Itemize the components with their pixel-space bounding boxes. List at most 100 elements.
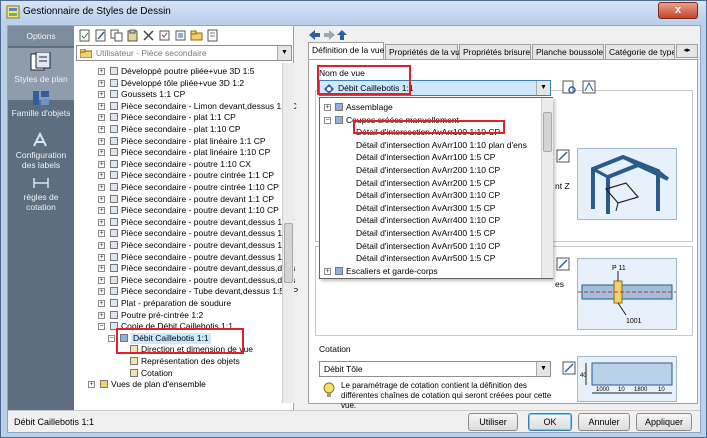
edit-icon[interactable] xyxy=(94,29,107,42)
tab-view-properties[interactable]: Propriétés de la vue xyxy=(385,44,465,59)
plan-styles-icon[interactable] xyxy=(30,52,52,72)
export-icon[interactable] xyxy=(174,29,187,42)
setting-icon xyxy=(130,368,138,377)
expand-icon[interactable]: + xyxy=(98,242,105,249)
expand-icon[interactable]: + xyxy=(324,267,331,275)
expand-icon[interactable]: + xyxy=(98,79,105,87)
tab-view-definition[interactable]: Définition de la vue xyxy=(308,42,384,59)
label-config-icon[interactable] xyxy=(32,132,50,148)
expand-icon[interactable]: + xyxy=(98,218,105,226)
nav-arrows[interactable] xyxy=(308,29,348,41)
tree-highlight-box xyxy=(116,328,244,354)
folder-icon[interactable] xyxy=(190,29,203,42)
edit-cotation-icon[interactable] xyxy=(561,360,577,376)
dropdown-item-label: Détail d'intersection AvArr300 1:5 CP xyxy=(356,202,496,213)
setting-icon xyxy=(130,357,138,365)
expand-icon[interactable]: + xyxy=(98,114,105,122)
tree-item-label: Pièce secondaire - poutre devant,dessus … xyxy=(121,228,294,239)
expand-icon[interactable]: + xyxy=(98,230,105,238)
document-icon[interactable] xyxy=(206,29,219,42)
dropdown-scrollbar[interactable] xyxy=(541,98,553,278)
paste-icon[interactable] xyxy=(126,29,139,42)
expand-icon[interactable]: + xyxy=(98,137,105,145)
style-set-value: Utilisateur - Pièce secondaire xyxy=(96,48,207,58)
expand-icon[interactable]: + xyxy=(98,276,105,284)
dimension-rules-icon[interactable] xyxy=(32,176,50,190)
expand-icon[interactable]: + xyxy=(98,172,105,180)
collapse-icon[interactable]: − xyxy=(98,323,105,331)
dropdown-item-label: Détail d'intersection AvArr500 1:5 CP xyxy=(356,253,496,264)
tab-type-category[interactable]: Catégorie de type xyxy=(605,44,675,59)
collapse-icon[interactable]: − xyxy=(108,334,115,342)
tree-item-label: Pièce secondaire - poutre cintrée 1:1 CP xyxy=(121,170,275,181)
tree-item-label: Développé tôle pliée+vue 3D 1:2 xyxy=(121,77,245,88)
tab-content: Nom de vue Débit Caillebotis 1:1 ▼ nt Z … xyxy=(308,59,698,410)
drawing-style-icon xyxy=(110,287,118,296)
tree-item-label: Pièce secondaire - poutre devant,dessus,… xyxy=(121,263,296,274)
expand-icon[interactable]: + xyxy=(98,253,105,261)
tree-scrollbar[interactable] xyxy=(282,63,294,403)
settings-icon[interactable] xyxy=(581,79,597,95)
expand-icon[interactable]: + xyxy=(98,195,105,203)
expand-icon[interactable]: + xyxy=(98,300,105,307)
expand-icon[interactable]: + xyxy=(98,149,105,157)
tab-compass-sheet[interactable]: Planche boussole xyxy=(532,44,604,59)
rail-item-styles-label[interactable]: Styles de plan xyxy=(8,74,74,84)
cotation-combo[interactable]: Débit Tôle ▼ xyxy=(319,361,551,377)
import-icon[interactable] xyxy=(158,29,171,42)
use-button[interactable]: Utiliser xyxy=(468,413,518,431)
drawing-style-icon xyxy=(110,252,118,261)
dropdown-item-label: Assemblage xyxy=(346,102,393,112)
scroll-thumb[interactable] xyxy=(284,223,293,283)
expand-icon[interactable]: + xyxy=(98,102,105,110)
expand-icon[interactable]: + xyxy=(98,311,105,319)
expand-icon[interactable]: + xyxy=(324,104,331,111)
tree-item-label: Pièce secondaire - poutre devant,dessus … xyxy=(121,240,294,250)
expand-icon[interactable]: + xyxy=(98,207,105,215)
rail-item-labels-label[interactable]: Configuration des labels xyxy=(8,150,74,170)
folder-icon xyxy=(80,49,92,58)
tab-scroll-arrows[interactable]: ◂▸ xyxy=(676,44,698,58)
apply-button[interactable]: Appliquer xyxy=(636,413,692,431)
delete-icon[interactable] xyxy=(142,29,155,42)
tree-item-label: Pièce secondaire - plat linéaire 1:10 CP xyxy=(121,147,271,158)
cancel-button[interactable]: Annuler xyxy=(578,413,630,431)
expand-icon[interactable]: + xyxy=(98,184,105,191)
dropdown-scroll-thumb[interactable] xyxy=(543,112,552,152)
beam-label: P 11 xyxy=(612,265,626,272)
view-group-icon xyxy=(335,103,343,111)
dropdown-item-label: Détail d'intersection AvArr200 1:5 CP xyxy=(356,177,496,188)
dim-1800: 1800 xyxy=(634,387,648,393)
edit-view-icon[interactable] xyxy=(555,148,571,164)
options-header[interactable]: Options xyxy=(8,26,74,46)
preview-icon[interactable] xyxy=(561,79,577,95)
drawing-style-icon xyxy=(110,125,118,133)
expand-icon[interactable]: + xyxy=(98,91,105,99)
expand-icon[interactable]: − xyxy=(324,116,331,124)
object-family-icon[interactable] xyxy=(32,90,50,106)
close-button[interactable]: x xyxy=(658,2,698,19)
tab-break-properties[interactable]: Propriétés brisure xyxy=(459,44,531,59)
expand-icon[interactable]: + xyxy=(98,68,105,75)
ok-button[interactable]: OK xyxy=(528,413,572,431)
chevron-down-icon[interactable]: ▼ xyxy=(536,81,550,95)
rail-item-rules-label[interactable]: règles de cotation xyxy=(8,192,74,212)
expand-icon[interactable]: + xyxy=(98,126,105,133)
expand-icon[interactable]: + xyxy=(98,265,105,273)
tree-item-label: Cotation xyxy=(141,367,173,378)
tree-item-label: Développé poutre pliée+vue 3D 1:5 xyxy=(121,66,255,76)
chevron-down-icon[interactable]: ▼ xyxy=(277,46,291,60)
new-icon[interactable] xyxy=(78,29,91,42)
status-text: Débit Caillebotis 1:1 xyxy=(14,417,95,427)
lightbulb-icon xyxy=(323,382,335,397)
expand-icon[interactable]: + xyxy=(88,381,95,389)
tree-item-label: Pièce secondaire - poutre devant,dessus,… xyxy=(121,274,296,285)
dialog-client: Options Styles de plan Famille d'objets … xyxy=(7,25,701,433)
expand-icon[interactable]: + xyxy=(98,160,105,168)
rail-item-family-label[interactable]: Famille d'objets xyxy=(8,108,74,118)
tree-item-label: Pièce secondaire - poutre cintrée 1:10 C… xyxy=(121,182,279,192)
chevron-down-icon[interactable]: ▼ xyxy=(536,362,550,376)
copy-icon[interactable] xyxy=(110,29,123,42)
style-set-combo[interactable]: Utilisateur - Pièce secondaire ▼ xyxy=(76,45,292,61)
expand-icon[interactable]: + xyxy=(98,288,105,296)
